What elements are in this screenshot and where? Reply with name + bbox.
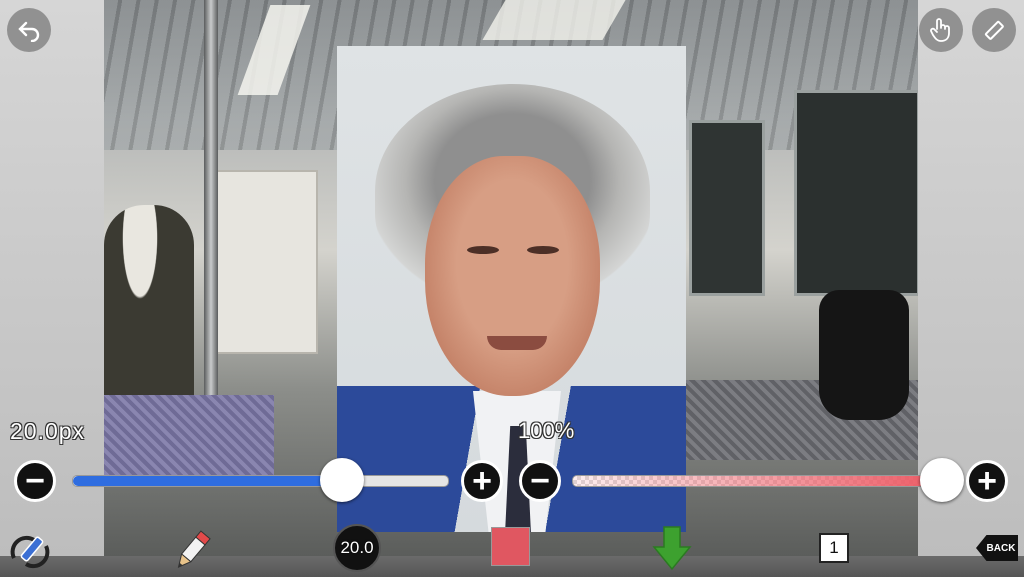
seated-passenger	[104, 205, 194, 425]
plus-icon: +	[472, 462, 492, 500]
minus-icon: −	[530, 462, 550, 500]
brush-size-label: 20.0px	[10, 418, 86, 444]
eraser-icon	[984, 20, 1004, 40]
undo-icon	[18, 21, 40, 42]
brush-size-badge[interactable]: 20.0	[333, 524, 381, 572]
train-window	[689, 120, 765, 296]
ceiling-light	[482, 0, 626, 40]
minus-icon: −	[25, 462, 45, 500]
pencil-icon	[177, 530, 211, 568]
layer-number: 1	[829, 538, 839, 557]
undo-button[interactable]	[7, 8, 51, 52]
size-increase-button[interactable]: +	[461, 460, 503, 502]
size-decrease-button[interactable]: −	[14, 460, 56, 502]
train-seat	[104, 395, 274, 475]
eye	[527, 246, 559, 254]
train-door	[214, 170, 318, 354]
save-button[interactable]	[652, 525, 692, 571]
brush-size-fill	[73, 476, 343, 486]
pencil-tool-button[interactable]	[170, 528, 214, 574]
hand-touch-icon	[930, 18, 950, 42]
opacity-increase-button[interactable]: +	[966, 460, 1008, 502]
swap-tools-button[interactable]	[8, 528, 52, 574]
opacity-slider[interactable]	[572, 475, 944, 487]
opacity-decrease-button[interactable]: −	[519, 460, 561, 502]
opacity-thumb[interactable]	[920, 458, 964, 502]
brush-size-slider[interactable]	[72, 475, 449, 487]
hand-mode-button[interactable]	[919, 8, 963, 52]
eraser-button[interactable]	[972, 8, 1016, 52]
opacity-label: 100%	[518, 418, 575, 443]
handrail-pole	[204, 0, 218, 420]
swap-tools-icon	[10, 535, 50, 569]
mouth	[487, 336, 547, 350]
face	[425, 156, 600, 396]
plus-icon: +	[977, 462, 997, 500]
layer-button[interactable]: 1	[812, 528, 856, 568]
portrait-photo[interactable]	[337, 46, 686, 532]
train-window	[794, 90, 918, 296]
down-arrow-icon	[652, 526, 692, 571]
eye	[467, 246, 499, 254]
handbag	[819, 290, 909, 420]
layer-icon: 1	[819, 533, 849, 563]
brush-size-thumb[interactable]	[320, 458, 364, 502]
color-swatch-button[interactable]	[491, 527, 530, 566]
